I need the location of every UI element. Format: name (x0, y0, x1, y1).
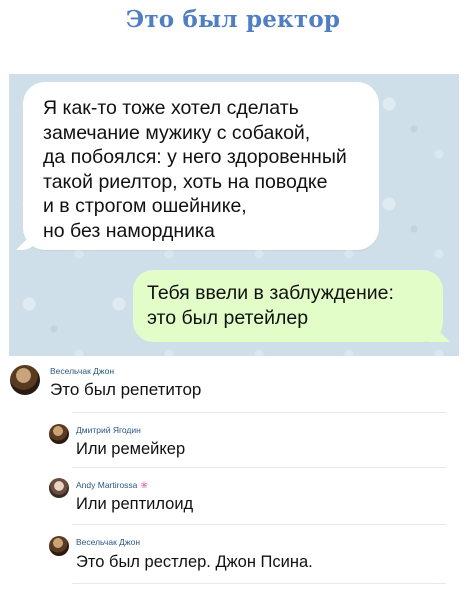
author-name: Andy Martirossa (76, 480, 138, 490)
chat-screenshot: Я как-то тоже хотел сделать замечание му… (9, 74, 459, 356)
message-line: но без намордника (43, 219, 215, 242)
comment-text: Это был рестлер. Джон Псина. (76, 553, 313, 571)
incoming-message-bubble: Я как-то тоже хотел сделать замечание му… (16, 82, 379, 250)
comment-author[interactable]: Andy Martirossa ❀ (76, 480, 148, 491)
comment-author[interactable]: Дмитрий Ягодин (76, 425, 141, 435)
divider (72, 524, 446, 525)
divider (72, 467, 446, 468)
message-line: и в строгом ошейнике, (43, 195, 247, 217)
message-line: Я как-то тоже хотел сделать (43, 97, 299, 119)
divider (72, 412, 446, 413)
message-line: такой риелтор, хоть на поводке (43, 170, 328, 193)
flower-icon: ❀ (140, 480, 148, 490)
outgoing-message-bubble: Тебя ввели в заблуждение: это был ретейл… (133, 270, 450, 342)
comment-author[interactable]: Весельчак Джон (76, 537, 140, 547)
divider (72, 583, 446, 584)
message-line: это был ретейлер (147, 306, 309, 329)
comment-text: Или ремейкер (76, 440, 186, 458)
comment-text: Или рептилоид (76, 495, 194, 513)
comment-author[interactable]: Весельчак Джон (50, 366, 114, 376)
avatar[interactable] (49, 424, 69, 444)
avatar[interactable] (49, 536, 69, 556)
avatar[interactable] (49, 478, 69, 498)
comment-text: Это был репетитор (50, 380, 202, 399)
outgoing-message-text: Тебя ввели в заблуждение: это был ретейл… (147, 281, 443, 330)
incoming-message-text: Я как-то тоже хотел сделать замечание му… (43, 96, 373, 243)
message-line: да побоялся: у него здоровенный (43, 146, 347, 168)
page-title: Это был ректор (125, 6, 341, 33)
message-line: Тебя ввели в заблуждение: (147, 282, 394, 304)
message-line: замечание мужику с собакой, (43, 121, 311, 144)
avatar[interactable] (10, 365, 40, 395)
